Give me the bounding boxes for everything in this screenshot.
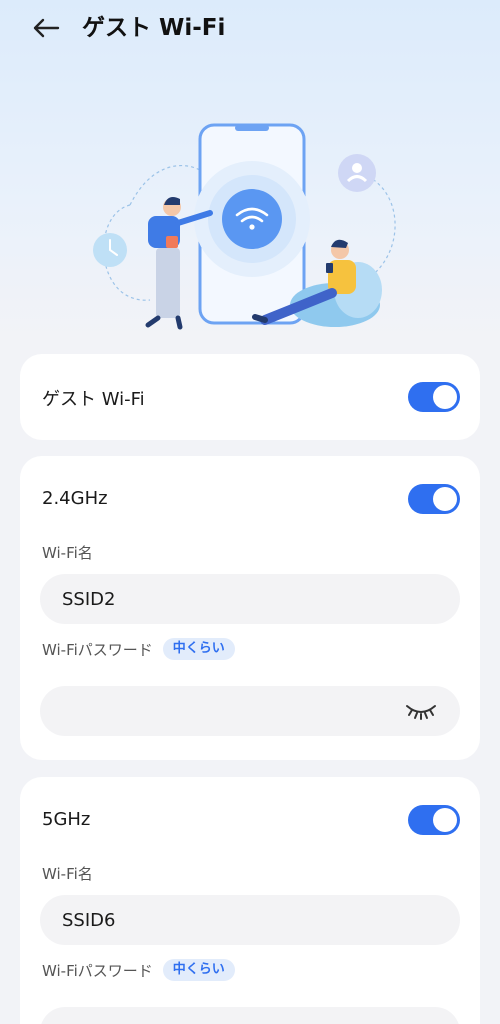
wifi-password-label: Wi-Fiパスワード 中くらい <box>42 638 235 660</box>
page-title: ゲスト Wi-Fi <box>82 15 226 41</box>
wifi-name-label: Wi-Fi名 <box>42 542 93 563</box>
wifi-password-label-text: Wi-Fiパスワード <box>42 640 153 659</box>
back-button[interactable] <box>28 12 64 44</box>
wifi-name-label-text: Wi-Fi名 <box>42 865 93 883</box>
band-24ghz-label: 2.4GHz <box>42 488 108 509</box>
eye-closed-icon <box>406 705 436 720</box>
password-strength-badge: 中くらい <box>162 638 235 660</box>
app-header: ゲスト Wi-Fi <box>0 0 500 56</box>
band-5ghz-card: 5GHz Wi-Fi名 SSID6 Wi-Fiパスワード 中くらい <box>20 777 480 1024</box>
wifi-name-label: Wi-Fi名 <box>42 863 93 884</box>
password-strength-badge: 中くらい <box>162 959 235 981</box>
wifi-password-label: Wi-Fiパスワード 中くらい <box>42 959 235 981</box>
band-24ghz-card: 2.4GHz Wi-Fi名 SSID2 Wi-Fiパスワード 中くらい <box>20 456 480 760</box>
toggle-knob <box>433 385 457 409</box>
guest-wifi-card: ゲスト Wi-Fi <box>20 354 480 440</box>
band-24ghz-toggle[interactable] <box>408 484 460 514</box>
wifi-password-label-text: Wi-Fiパスワード <box>42 961 153 980</box>
guest-wifi-label: ゲスト Wi-Fi <box>42 389 145 410</box>
toggle-knob <box>433 808 457 832</box>
toggle-knob <box>433 487 457 511</box>
arrow-left-icon <box>33 18 60 38</box>
toggle-password-visibility-button[interactable] <box>404 701 438 725</box>
wifi-password-input-5ghz[interactable] <box>40 1007 460 1024</box>
wifi-name-input-24ghz[interactable]: SSID2 <box>40 574 460 624</box>
band-5ghz-toggle[interactable] <box>408 805 460 835</box>
wifi-password-input-24ghz[interactable] <box>40 686 460 736</box>
wifi-name-label-text: Wi-Fi名 <box>42 544 93 562</box>
band-5ghz-label: 5GHz <box>42 809 91 830</box>
guest-wifi-illustration <box>90 115 410 340</box>
wifi-name-input-5ghz[interactable]: SSID6 <box>40 895 460 945</box>
guest-wifi-toggle[interactable] <box>408 382 460 412</box>
